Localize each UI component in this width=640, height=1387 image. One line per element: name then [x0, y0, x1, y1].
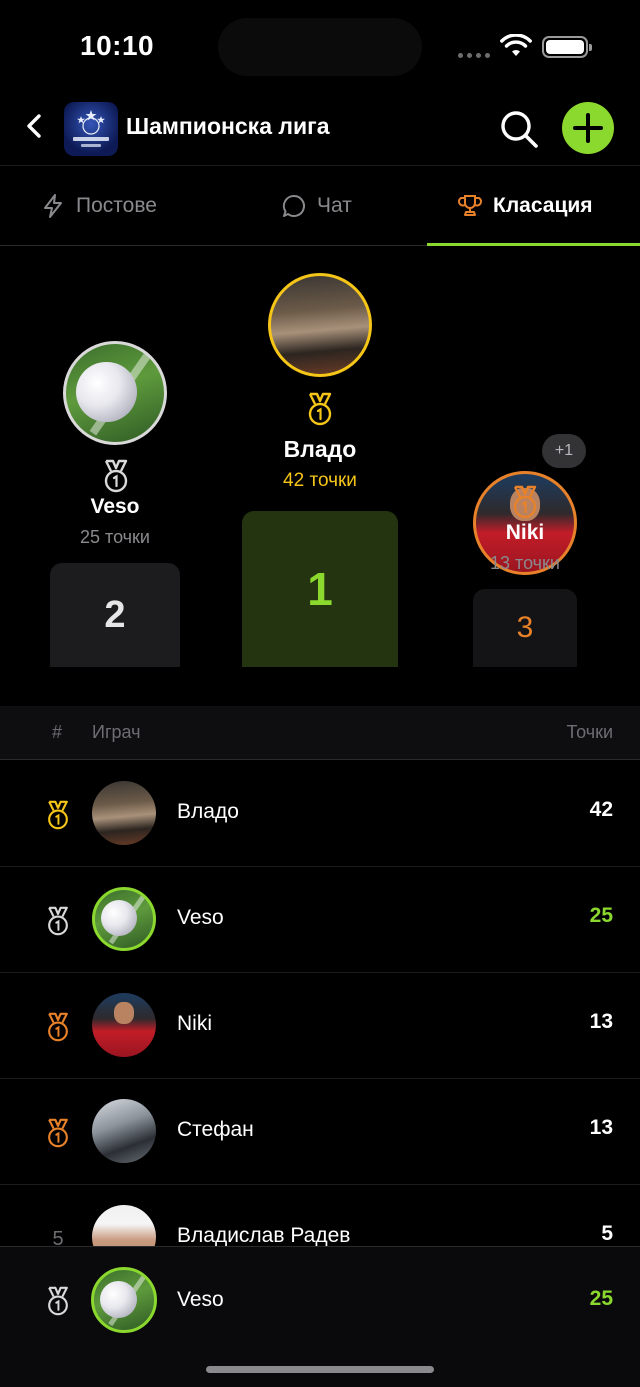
current-user-name: Veso — [177, 1288, 224, 1311]
page-title: Шампионска лига — [126, 113, 330, 139]
avatar[interactable] — [92, 887, 156, 951]
podium-third-block: 3 — [473, 589, 577, 667]
player-name: Veso — [177, 906, 224, 929]
plus-icon — [573, 113, 603, 143]
table-row[interactable]: Veso 25 — [0, 867, 640, 973]
dynamic-island — [218, 18, 422, 76]
podium-third-points: 13 точки — [490, 553, 560, 573]
podium-second-block: 2 — [50, 563, 180, 667]
silver-medal-icon — [48, 1286, 68, 1316]
status-time: 10:10 — [80, 30, 155, 61]
bronze-medal-icon — [48, 1012, 68, 1042]
table-row[interactable]: Владо 42 — [0, 761, 640, 867]
player-name: Владо — [177, 800, 239, 823]
player-points: 25 — [589, 904, 613, 927]
gold-medal-icon — [48, 800, 68, 830]
current-user-points: 25 — [589, 1287, 613, 1310]
podium-third-name: Niki — [505, 521, 545, 544]
tab-chat[interactable]: Чат — [281, 166, 352, 246]
status-bar: 10:10 — [0, 0, 640, 96]
podium-second-points: 25 точки — [80, 527, 150, 547]
league-logo — [64, 102, 118, 156]
player-name: Niki — [177, 1012, 212, 1035]
cellular-signal-icon — [458, 40, 492, 58]
podium-first-points: 42 точки — [283, 470, 357, 491]
avatar[interactable] — [92, 1099, 156, 1163]
tab-chat-label: Чат — [317, 194, 352, 217]
podium-second-name: Veso — [90, 495, 140, 518]
tab-bar: Постове Чат Класация — [0, 166, 640, 246]
avatar[interactable] — [92, 993, 156, 1057]
avatar[interactable] — [92, 781, 156, 845]
wifi-icon — [500, 34, 532, 56]
silver-medal-icon — [48, 906, 68, 936]
podium-first-name: Владо — [283, 436, 357, 462]
search-icon[interactable] — [498, 108, 540, 150]
player-name: Стефан — [177, 1118, 254, 1141]
header-points: Точки — [566, 722, 613, 742]
player-points: 13 — [589, 1116, 613, 1139]
header-player: Играч — [92, 722, 141, 742]
trophy-icon — [458, 195, 482, 216]
podium-second-avatar[interactable] — [63, 341, 167, 445]
back-chevron-icon[interactable] — [20, 110, 50, 142]
active-tab-indicator — [427, 243, 640, 246]
ranking-table-header: # Играч Точки — [0, 706, 640, 760]
add-button[interactable] — [562, 102, 614, 154]
player-points: 5 — [601, 1222, 613, 1245]
player-points: 42 — [589, 798, 613, 821]
tab-ranking-label: Класация — [493, 194, 593, 217]
chat-bubble-icon — [282, 194, 305, 217]
league-header: Шампионска лига — [0, 96, 640, 166]
rank-cell — [42, 1009, 74, 1045]
player-name: Владислав Радев — [177, 1224, 351, 1247]
silver-medal-icon — [104, 459, 128, 493]
podium-first-block: 1 — [242, 511, 398, 667]
battery-icon — [542, 36, 592, 58]
player-points: 13 — [589, 1010, 613, 1033]
home-indicator[interactable] — [206, 1366, 434, 1373]
rank-cell — [42, 903, 74, 939]
table-row[interactable]: Niki 13 — [0, 973, 640, 1079]
rank-cell — [42, 797, 74, 833]
bronze-medal-icon — [513, 485, 537, 519]
podium-first-avatar[interactable] — [268, 273, 372, 377]
avatar[interactable] — [91, 1267, 157, 1333]
bronze-medal-icon — [48, 1118, 68, 1148]
extra-count-badge: +1 — [542, 434, 586, 468]
tab-posts-label: Постове — [76, 194, 157, 217]
gold-medal-icon — [308, 392, 332, 426]
rank-cell — [42, 1115, 74, 1151]
tab-ranking[interactable]: Класация — [457, 166, 593, 246]
tab-posts[interactable]: Постове — [40, 166, 157, 246]
bolt-icon — [44, 194, 62, 218]
rank-cell — [42, 1283, 74, 1319]
header-rank: # — [52, 722, 63, 742]
table-row[interactable]: Стефан 13 — [0, 1079, 640, 1185]
